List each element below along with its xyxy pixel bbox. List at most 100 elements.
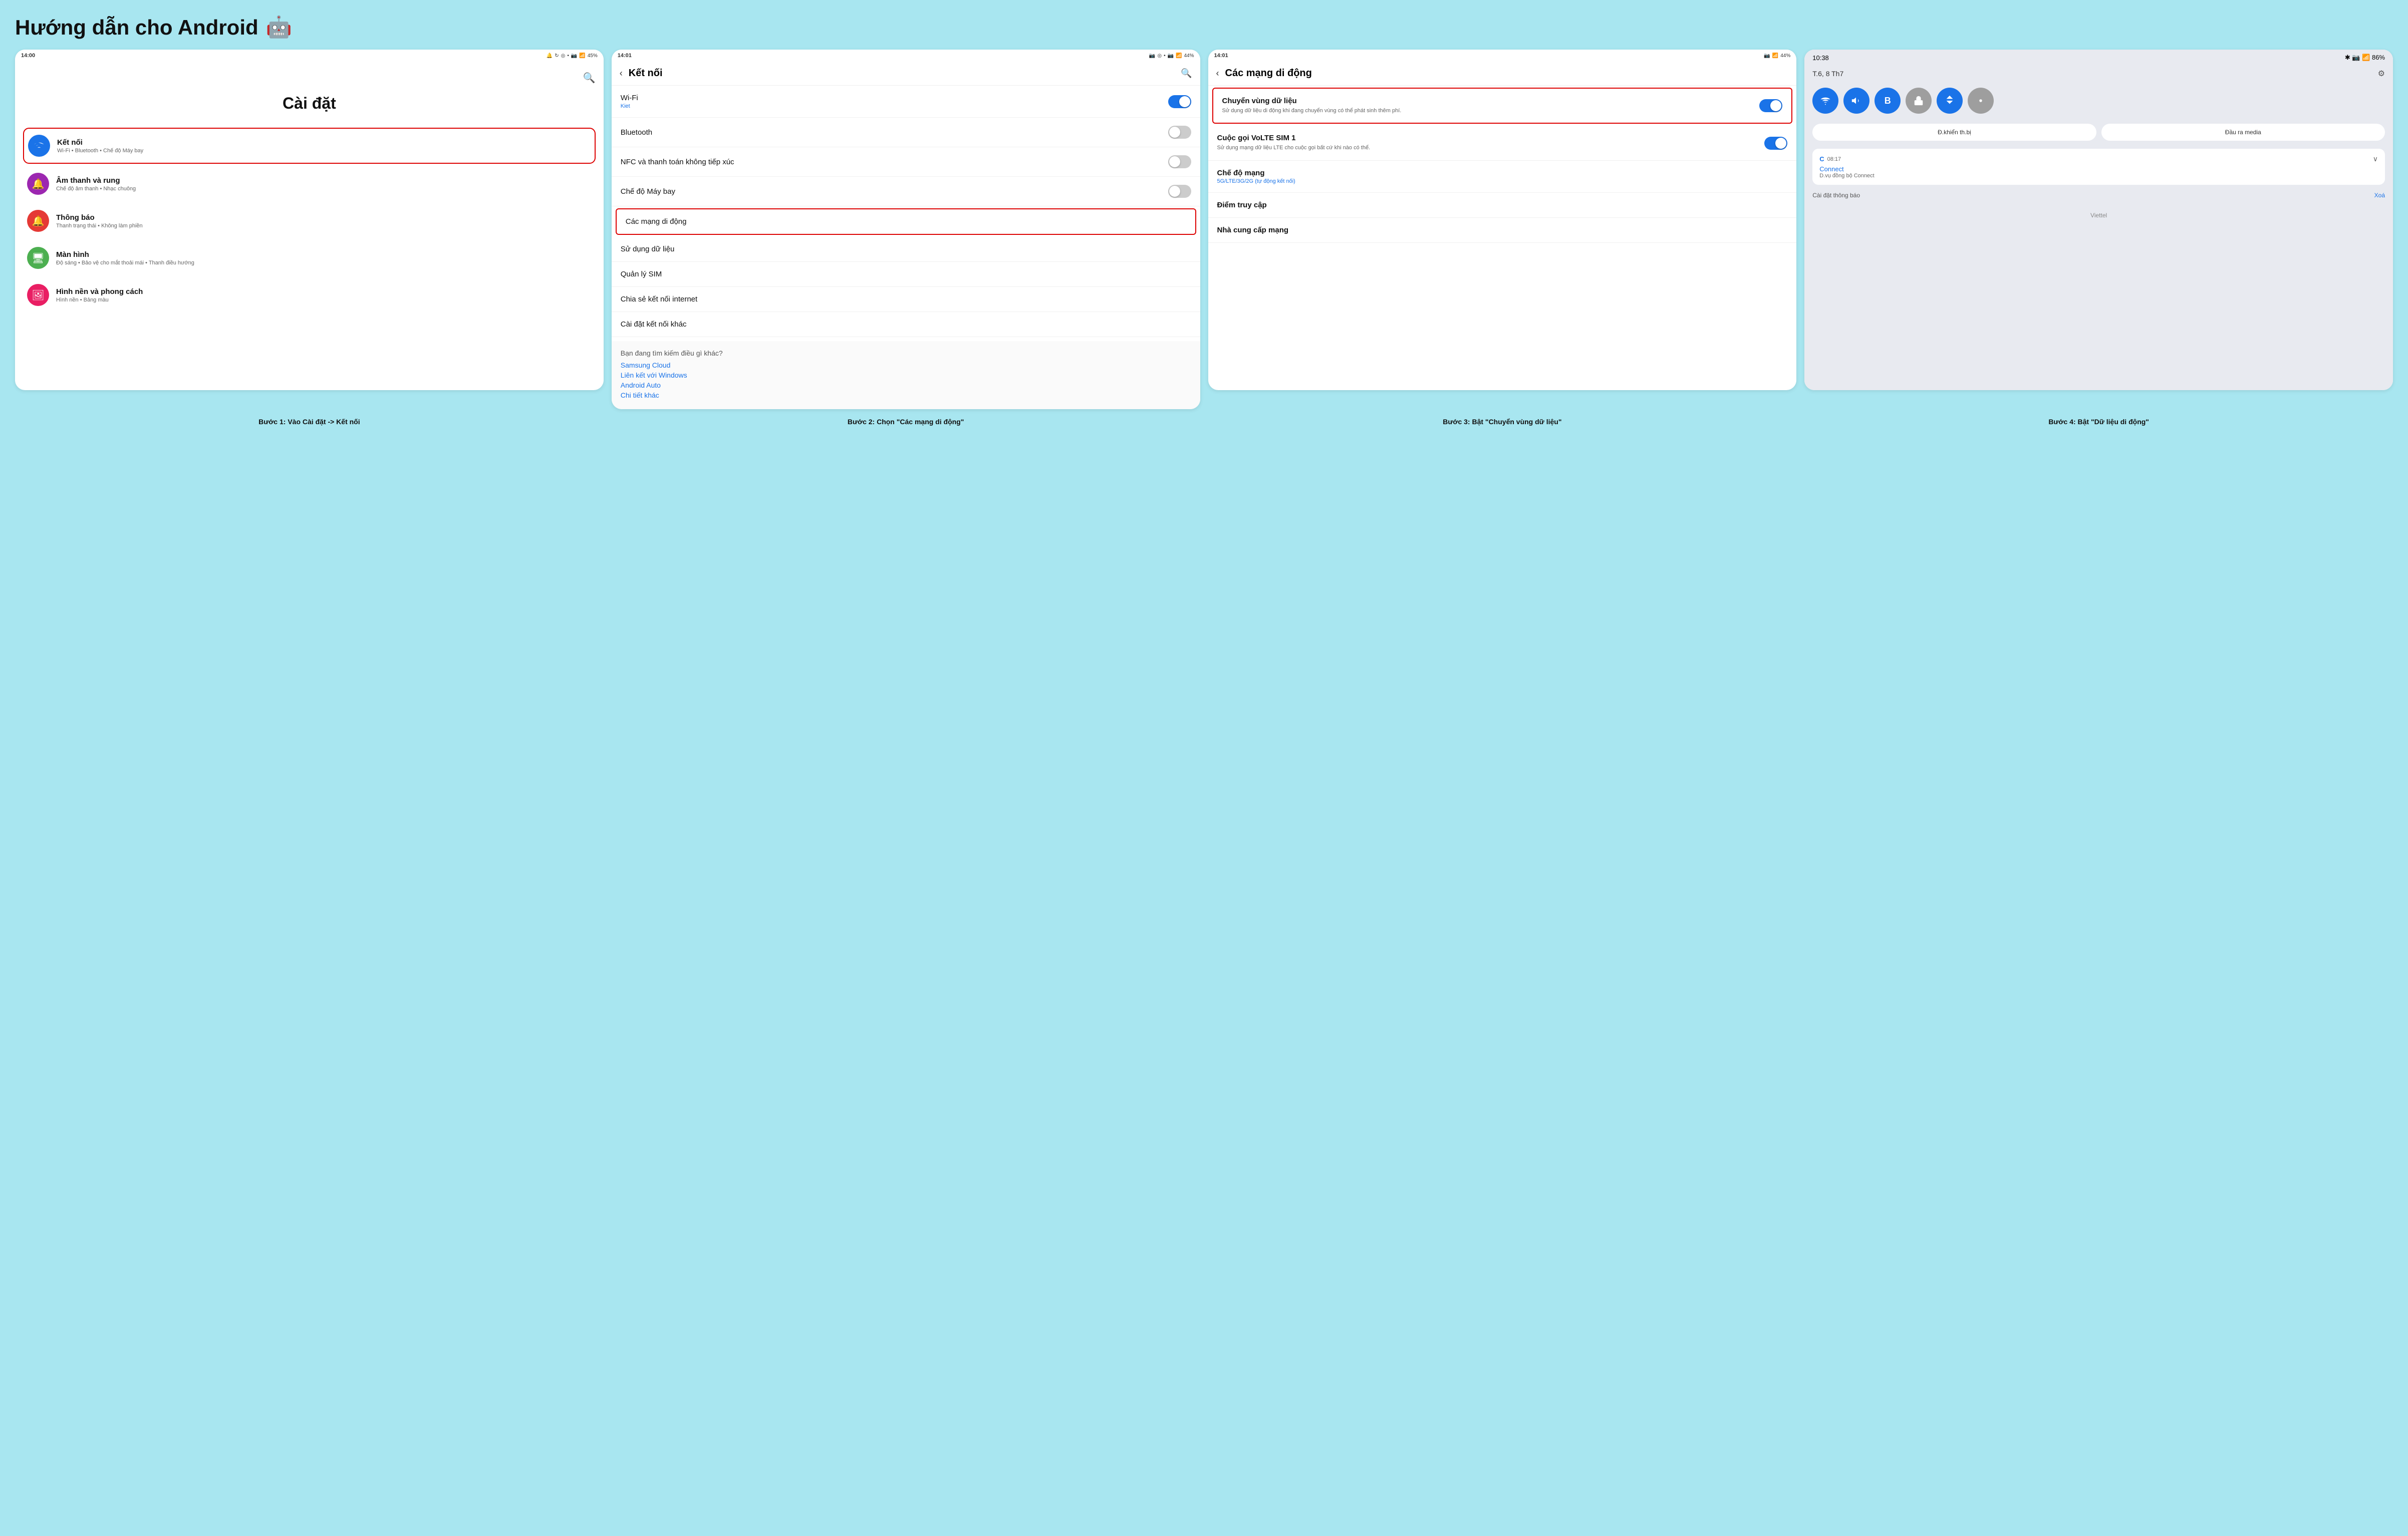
- step-2: Bước 2: Chọn "Các mạng di động": [612, 417, 1200, 427]
- screen-1: 14:00 🔔 ↻ ◎ • 📷 📶 45% 🔍 Cài đặt: [15, 50, 604, 390]
- settings-other[interactable]: Cài đặt kết nối khác: [612, 312, 1200, 337]
- steps-container: Bước 1: Vào Cài đặt -> Kết nối Bước 2: C…: [15, 417, 2393, 427]
- status-time-3: 14:01: [1214, 53, 1228, 59]
- screen4-statusbar: 10:38 ✱ 📷 📶 86%: [1804, 50, 2393, 66]
- status-icons-2: 📷 ◎ • 📷 📶 44%: [1149, 53, 1194, 59]
- am-thanh-text: Âm thanh và rung Chế độ âm thanh • Nhạc …: [56, 176, 592, 192]
- notif-settings-link[interactable]: Cài đặt thông báo: [1812, 192, 1860, 199]
- hinh-nen-text: Hình nền và phong cách Hình nền • Bảng m…: [56, 287, 592, 303]
- thong-bao-sub: Thanh trạng thái • Không làm phiền: [56, 223, 592, 229]
- settings-bluetooth[interactable]: Bluetooth: [612, 118, 1200, 147]
- screen2-header: ‹ Kết nối 🔍: [612, 62, 1200, 86]
- menu-item-ket-noi[interactable]: Kết nối Wi-Fi • Bluetooth • Chế độ Máy b…: [23, 128, 596, 164]
- screen1-title: Cài đặt: [23, 94, 596, 113]
- page-title: Hướng dẫn cho Android 🤖: [15, 15, 2393, 40]
- man-hinh-sub: Độ sáng • Bảo vệ cho mắt thoải mái • Tha…: [56, 260, 592, 266]
- carrier-name: Viettel: [1804, 202, 2393, 229]
- toggle-airplane[interactable]: [1168, 185, 1191, 198]
- menu-item-man-hinh[interactable]: 🖥 Màn hình Độ sáng • Bảo vệ cho mắt thoả…: [23, 241, 596, 275]
- menu-item-thong-bao[interactable]: 🔔 Thông báo Thanh trạng thái • Không làm…: [23, 204, 596, 238]
- screen3-header: ‹ Các mạng di động: [1208, 62, 1797, 86]
- tile-sound[interactable]: [1843, 88, 1869, 114]
- settings-nfc[interactable]: NFC và thanh toán không tiếp xúc: [612, 147, 1200, 177]
- search-tip: Bạn đang tìm kiếm điều gì khác? Samsung …: [612, 341, 1200, 409]
- toggle-nfc[interactable]: [1168, 155, 1191, 168]
- item-volte[interactable]: Cuộc gọi VoLTE SIM 1 Sử dụng mạng dữ liệ…: [1208, 126, 1797, 160]
- icon-ket-noi: [28, 135, 50, 157]
- item-network-provider[interactable]: Nhà cung cấp mạng: [1208, 218, 1797, 243]
- status-time-1: 14:00: [21, 53, 35, 59]
- tile-lock[interactable]: [1906, 88, 1932, 114]
- tile-bluetooth[interactable]: B: [1875, 88, 1901, 114]
- tile-other[interactable]: [1968, 88, 1994, 114]
- toggle-bluetooth[interactable]: [1168, 126, 1191, 139]
- item-network-mode[interactable]: Chế độ mạng 5G/LTE/3G/2G (tự động kết nố…: [1208, 161, 1797, 193]
- search-icon-2[interactable]: 🔍: [1181, 68, 1192, 79]
- tile-wifi[interactable]: [1812, 88, 1838, 114]
- link-windows[interactable]: Liên kết với Windows: [621, 371, 1191, 379]
- step-4: Bước 4: Bật "Dữ liệu di động": [1804, 417, 2393, 427]
- thong-bao-text: Thông báo Thanh trạng thái • Không làm p…: [56, 213, 592, 229]
- settings-airplane[interactable]: Chế độ Máy bay: [612, 177, 1200, 206]
- hinh-nen-sub: Hình nền • Bảng màu: [56, 297, 592, 303]
- settings-wifi[interactable]: Wi-Fi Kiet: [612, 86, 1200, 118]
- thong-bao-title: Thông báo: [56, 213, 592, 222]
- settings-mobile-networks[interactable]: Các mạng di động: [616, 208, 1196, 235]
- man-hinh-title: Màn hình: [56, 250, 592, 259]
- notification-row: Cài đặt thông báo Xoá: [1804, 189, 2393, 202]
- screen-3: 14:01 📷 📶 44% ‹ Các mạng di động Chuyển …: [1208, 50, 1797, 390]
- ket-noi-title: Kết nối: [57, 138, 591, 147]
- tile-data[interactable]: [1937, 88, 1963, 114]
- status-time-2: 14:01: [618, 53, 632, 59]
- item-roaming[interactable]: Chuyển vùng dữ liệu Sử dụng dữ liệu di đ…: [1212, 88, 1793, 124]
- back-button-2[interactable]: ‹: [620, 68, 623, 79]
- status-bar-1: 14:00 🔔 ↻ ◎ • 📷 📶 45%: [15, 50, 604, 62]
- man-hinh-text: Màn hình Độ sáng • Bảo vệ cho mắt thoải …: [56, 250, 592, 266]
- step-1: Bước 1: Vào Cài đặt -> Kết nối: [15, 417, 604, 427]
- ctrl-media[interactable]: Đầu ra media: [2101, 124, 2385, 141]
- screen-4: 10:38 ✱ 📷 📶 86% T.6, 8 Th7 ⚙ B: [1804, 50, 2393, 390]
- connect-title: Connect: [1819, 165, 2378, 173]
- notif-dismiss-btn[interactable]: Xoá: [2374, 192, 2385, 199]
- screen1-search: 🔍: [23, 72, 596, 84]
- connect-sub: D.vụ đồng bộ Connect: [1819, 173, 2378, 179]
- settings-gear-icon[interactable]: ⚙: [2378, 69, 2385, 79]
- link-android-auto[interactable]: Android Auto: [621, 381, 1191, 389]
- search-icon[interactable]: 🔍: [583, 72, 596, 84]
- hinh-nen-title: Hình nền và phong cách: [56, 287, 592, 296]
- toggle-roaming[interactable]: [1759, 99, 1782, 112]
- android-icon: 🤖: [266, 15, 292, 40]
- status-icons-3: 📷 📶 44%: [1764, 53, 1790, 59]
- link-samsung-cloud[interactable]: Samsung Cloud: [621, 361, 1191, 369]
- screen3-settings-list: Chuyển vùng dữ liệu Sử dụng dữ liệu di đ…: [1208, 88, 1797, 243]
- settings-data-usage[interactable]: Sử dụng dữ liệu: [612, 237, 1200, 262]
- ket-noi-sub: Wi-Fi • Bluetooth • Chế độ Máy bay: [57, 148, 591, 154]
- toggle-volte[interactable]: [1764, 137, 1787, 150]
- ctrl-device[interactable]: Đ.khiển th.bị: [1812, 124, 2096, 141]
- menu-item-am-thanh[interactable]: 🔔 Âm thanh và rung Chế độ âm thanh • Nhạ…: [23, 167, 596, 201]
- screen2-title: Kết nối: [629, 68, 1175, 79]
- link-more[interactable]: Chi tiết khác: [621, 391, 1191, 399]
- menu-item-hinh-nen[interactable]: 🖼 Hình nền và phong cách Hình nền • Bảng…: [23, 278, 596, 312]
- icon-thong-bao: 🔔: [27, 210, 49, 232]
- search-tip-title: Bạn đang tìm kiếm điều gì khác?: [621, 349, 1191, 357]
- status-icons-1: 🔔 ↻ ◎ • 📷 📶 45%: [547, 53, 598, 59]
- item-apn[interactable]: Điểm truy cập: [1208, 193, 1797, 218]
- screen4-content: 10:38 ✱ 📷 📶 86% T.6, 8 Th7 ⚙ B: [1804, 50, 2393, 390]
- settings-hotspot[interactable]: Chia sẻ kết nối internet: [612, 287, 1200, 312]
- icon-hinh-nen: 🖼: [27, 284, 49, 306]
- expand-icon[interactable]: ∨: [2373, 155, 2378, 163]
- icon-man-hinh: 🖥: [27, 247, 49, 269]
- connect-time: 08:17: [1827, 156, 1841, 162]
- back-button-3[interactable]: ‹: [1216, 68, 1219, 79]
- screen-2: 14:01 📷 ◎ • 📷 📶 44% ‹ Kết nối 🔍 Wi-Fi Ki…: [612, 50, 1200, 409]
- am-thanh-title: Âm thanh và rung: [56, 176, 592, 185]
- screen3-title: Các mạng di động: [1225, 68, 1789, 79]
- settings-sim[interactable]: Quản lý SIM: [612, 262, 1200, 287]
- screen4-controls: Đ.khiển th.bị Đầu ra media: [1804, 120, 2393, 145]
- status-bar-2: 14:01 📷 ◎ • 📷 📶 44%: [612, 50, 1200, 62]
- quick-tiles-container: B: [1804, 82, 2393, 120]
- ket-noi-text: Kết nối Wi-Fi • Bluetooth • Chế độ Máy b…: [57, 138, 591, 154]
- screen1-content: 🔍 Cài đặt Kết nối Wi-Fi • Bluetooth • Ch…: [15, 62, 604, 325]
- toggle-wifi[interactable]: [1168, 95, 1191, 108]
